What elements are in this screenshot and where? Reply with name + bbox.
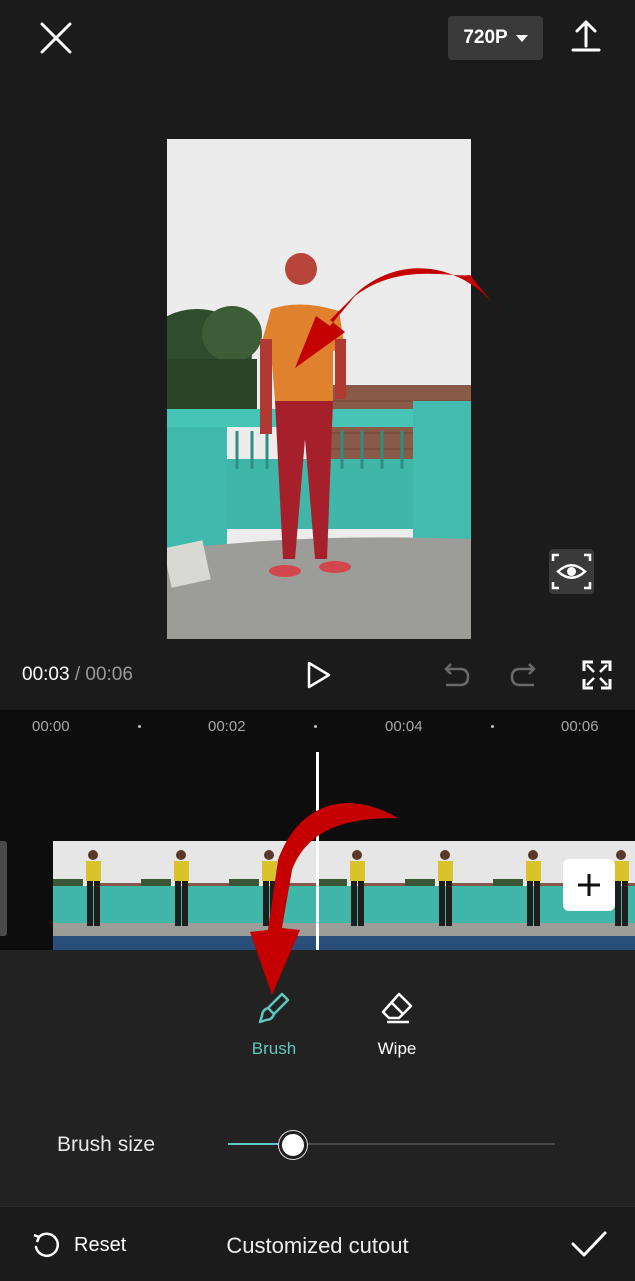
eye-icon xyxy=(551,553,592,590)
timeline-thumbnail xyxy=(229,841,317,936)
previous-clip-edge[interactable] xyxy=(0,841,7,936)
fullscreen-button[interactable] xyxy=(579,657,615,693)
close-button[interactable] xyxy=(36,18,76,58)
confirm-button[interactable] xyxy=(570,1229,608,1259)
check-icon xyxy=(571,1231,607,1257)
add-clip-button[interactable] xyxy=(563,859,615,911)
timeline-thumbnail xyxy=(53,841,141,936)
timeline-thumbnail xyxy=(405,841,493,936)
timeline[interactable]: 00:00 00:02 00:04 00:06 xyxy=(0,710,635,951)
audio-strip xyxy=(53,936,635,951)
ruler-label: 00:06 xyxy=(561,718,599,735)
ruler-label: 00:02 xyxy=(208,718,246,735)
caret-down-icon xyxy=(515,34,528,42)
total-time: 00:06 xyxy=(85,664,133,685)
eraser-icon xyxy=(381,992,413,1024)
playhead[interactable] xyxy=(316,752,319,950)
time-separator: / xyxy=(74,664,81,685)
video-preview[interactable] xyxy=(167,139,471,639)
preview-frame xyxy=(167,139,471,639)
cutout-tool-panel: Brush Wipe Brush size xyxy=(0,950,635,1206)
current-time: 00:03 xyxy=(22,664,70,685)
redo-button[interactable] xyxy=(508,659,542,693)
undo-button[interactable] xyxy=(438,659,472,693)
play-icon xyxy=(307,661,331,689)
ruler-tick xyxy=(138,725,141,728)
brush-icon xyxy=(258,992,290,1024)
video-track[interactable] xyxy=(53,841,635,951)
close-icon xyxy=(40,22,72,54)
ruler-tick xyxy=(314,725,317,728)
ruler-label: 00:00 xyxy=(32,718,70,735)
timeline-thumbnail xyxy=(141,841,229,936)
resolution-label: 720P xyxy=(463,27,508,48)
brush-size-slider-knob[interactable] xyxy=(279,1131,308,1159)
wipe-tool-button[interactable]: Wipe xyxy=(352,988,442,1059)
wipe-label: Wipe xyxy=(377,1039,417,1058)
ruler-label: 00:04 xyxy=(385,718,423,735)
time-display: 00:03 / 00:06 xyxy=(22,664,133,686)
brush-size-label: Brush size xyxy=(57,1133,156,1156)
play-button[interactable] xyxy=(300,657,336,693)
ruler-tick xyxy=(491,725,494,728)
plus-icon xyxy=(578,874,600,896)
brush-label: Brush xyxy=(251,1039,297,1058)
export-icon xyxy=(571,20,601,52)
export-button[interactable] xyxy=(566,16,606,56)
fullscreen-icon xyxy=(582,660,612,690)
timeline-thumbnail xyxy=(317,841,405,936)
undo-icon xyxy=(444,663,470,687)
preview-toggle-button[interactable] xyxy=(549,549,594,594)
redo-icon xyxy=(510,663,536,687)
brush-tool-button[interactable]: Brush xyxy=(229,988,319,1059)
panel-title: Customized cutout xyxy=(226,1233,409,1258)
bottom-bar: Reset Customized cutout xyxy=(0,1206,635,1281)
resolution-dropdown[interactable]: 720P xyxy=(448,16,543,60)
